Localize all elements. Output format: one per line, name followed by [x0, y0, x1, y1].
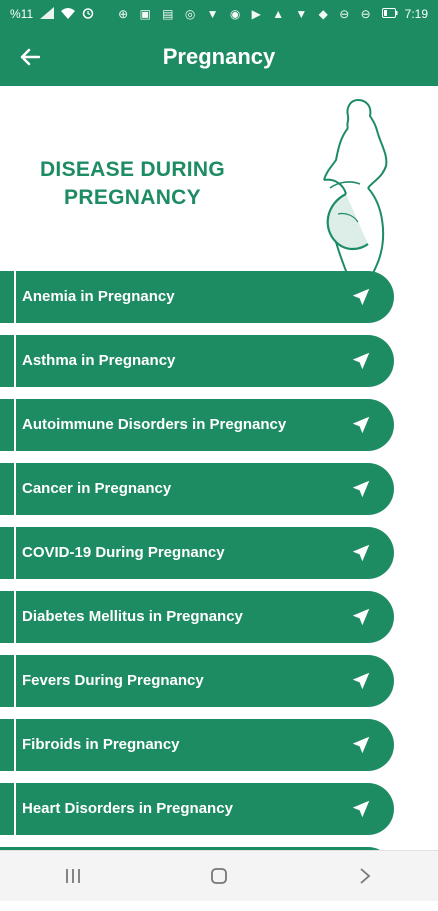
chevron-right-icon	[360, 868, 371, 884]
item-divider	[14, 719, 16, 771]
recent-apps-icon	[66, 869, 80, 883]
item-divider	[14, 463, 16, 515]
navigation-arrow-icon	[352, 800, 370, 818]
signal-icon	[40, 6, 55, 22]
item-divider	[14, 335, 16, 387]
wifi-icon	[61, 7, 76, 22]
disease-list: Anemia in Pregnancy Asthma in Pregnancy …	[0, 271, 438, 911]
list-item-label: Fevers During Pregnancy	[22, 672, 204, 689]
navigation-arrow-icon	[352, 608, 370, 626]
list-item-diabetes[interactable]: Diabetes Mellitus in Pregnancy	[0, 591, 394, 643]
item-divider	[14, 655, 16, 707]
list-item-heart-disorders[interactable]: Heart Disorders in Pregnancy	[0, 783, 394, 835]
list-item-label: Autoimmune Disorders in Pregnancy	[22, 416, 287, 433]
status-right: ⊕ ▣ ▤ ◎ ▼ ◉ ▶ ▲ ▼ ◆ ⊖ ⊖ 7:19	[118, 7, 428, 21]
app-bar: Pregnancy	[0, 28, 438, 86]
list-item-fevers[interactable]: Fevers During Pregnancy	[0, 655, 394, 707]
home-button[interactable]	[189, 856, 249, 896]
item-divider	[14, 527, 16, 579]
list-item-label: Cancer in Pregnancy	[22, 480, 172, 497]
hero-banner: DISEASE DURING PREGNANCY	[0, 86, 438, 276]
item-divider	[14, 591, 16, 643]
navigation-arrow-icon	[352, 288, 370, 306]
hero-title: DISEASE DURING PREGNANCY	[39, 158, 226, 209]
list-item-label: Diabetes Mellitus in Pregnancy	[22, 608, 243, 625]
alarm-icon	[82, 7, 94, 22]
list-item-fibroids[interactable]: Fibroids in Pregnancy	[0, 719, 394, 771]
notification-icons: ⊕ ▣ ▤ ◎ ▼ ◉ ▶ ▲ ▼ ◆ ⊖ ⊖	[118, 7, 375, 21]
item-divider	[14, 783, 16, 835]
page-title: Pregnancy	[162, 44, 276, 69]
home-icon	[211, 868, 227, 884]
status-bar: %11 ⊕ ▣ ▤ ◎ ▼ ◉ ▶ ▲ ▼ ◆ ⊖ ⊖ 7:19	[0, 0, 438, 28]
back-button[interactable]	[14, 42, 46, 72]
list-item-label: COVID-19 During Pregnancy	[22, 544, 225, 561]
clock-time: 7:19	[404, 7, 428, 21]
navigation-arrow-icon	[352, 416, 370, 434]
list-item-covid19[interactable]: COVID-19 During Pregnancy	[0, 527, 394, 579]
back-nav-button[interactable]	[335, 856, 395, 896]
list-item-asthma[interactable]: Asthma in Pregnancy	[0, 335, 394, 387]
system-navigation-bar	[0, 850, 438, 901]
navigation-arrow-icon	[352, 736, 370, 754]
item-divider	[14, 399, 16, 451]
list-item-label: Asthma in Pregnancy	[22, 352, 176, 369]
back-arrow-icon	[20, 48, 40, 66]
pregnant-woman-illustration	[323, 99, 388, 276]
item-divider	[14, 271, 16, 323]
list-item-label: Fibroids in Pregnancy	[22, 736, 180, 753]
battery-icon	[381, 7, 398, 21]
navigation-arrow-icon	[352, 352, 370, 370]
battery-percent: %11	[10, 7, 34, 21]
list-item-label: Anemia in Pregnancy	[22, 288, 175, 305]
navigation-arrow-icon	[352, 480, 370, 498]
status-left: %11	[10, 6, 94, 22]
navigation-arrow-icon	[352, 544, 370, 562]
list-item-autoimmune[interactable]: Autoimmune Disorders in Pregnancy	[0, 399, 394, 451]
list-item-label: Heart Disorders in Pregnancy	[22, 800, 233, 817]
list-item-cancer[interactable]: Cancer in Pregnancy	[0, 463, 394, 515]
navigation-arrow-icon	[352, 672, 370, 690]
recent-apps-button[interactable]	[43, 856, 103, 896]
list-item-anemia[interactable]: Anemia in Pregnancy	[0, 271, 394, 323]
